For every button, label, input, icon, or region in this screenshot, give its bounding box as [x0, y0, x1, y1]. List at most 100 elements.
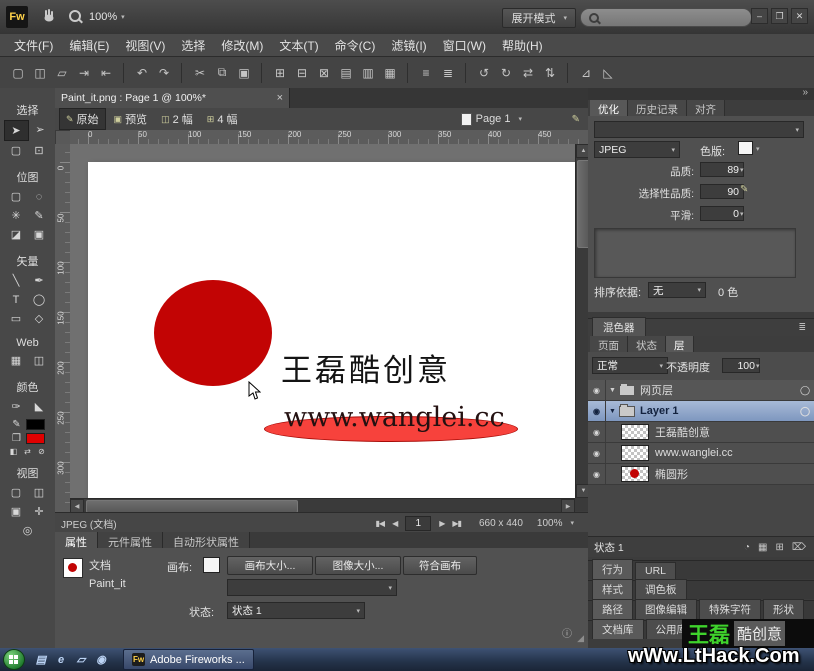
canvas-color-swatch[interactable] [203, 557, 220, 573]
menu-item[interactable]: 修改(M) [213, 37, 271, 54]
pen-tool[interactable]: ✒ [28, 271, 51, 290]
active-layer-indicator[interactable]: ◯ [796, 385, 814, 396]
preview-view-button[interactable]: ▣ 预览 [108, 108, 154, 130]
image-size-button[interactable]: 图像大小... [315, 556, 401, 575]
previous-frame-button[interactable]: ◀ [392, 519, 397, 528]
paint-bucket-tool[interactable]: ◣ [28, 397, 51, 416]
hand-icon[interactable] [42, 9, 55, 25]
pointer-tool[interactable]: ➤ [4, 120, 29, 141]
stroke-color-swatch[interactable] [26, 419, 45, 430]
subselection-tool[interactable]: ➢ [29, 120, 52, 139]
object-row[interactable]: ◉ 椭圆形 [588, 464, 814, 485]
properties-tab[interactable]: 元件属性 [98, 532, 163, 548]
menu-item[interactable]: 视图(V) [117, 37, 173, 54]
selective-quality-value[interactable]: 90 [700, 184, 744, 199]
visibility-eye-icon[interactable]: ◉ [588, 422, 606, 442]
zoom-icon[interactable] [69, 10, 81, 25]
menu-item[interactable]: 文本(T) [271, 37, 326, 54]
smoothing-value[interactable]: 0 [700, 206, 744, 221]
saved-settings-dropdown[interactable]: ▾ [594, 121, 804, 138]
open-icon[interactable]: ▱ [52, 63, 72, 83]
two-up-view-button[interactable]: ◫ 2 幅 [155, 108, 199, 130]
onion-skin-icon[interactable]: ◔ [744, 542, 750, 553]
canvas-preset-dropdown[interactable]: ▾ [227, 579, 397, 596]
new-layer-icon[interactable]: ⊞ [775, 542, 783, 553]
fullscreen-menus-icon[interactable]: ◫ [28, 483, 51, 502]
close-icon[interactable]: × [277, 92, 283, 104]
eyedropper-tool[interactable]: ✑ [5, 397, 28, 416]
original-view-button[interactable]: ✎ 原始 [59, 108, 106, 130]
align-right-icon[interactable]: ⊠ [314, 63, 334, 83]
canvas-url-text[interactable]: www.wanglei.cc [284, 402, 505, 433]
close-button[interactable]: ✕ [791, 8, 808, 24]
page-selector[interactable]: Page 1 ▾ [461, 113, 522, 126]
panel-tab[interactable]: 状态 [628, 336, 666, 352]
delete-layer-icon[interactable]: ⌦ [792, 542, 806, 553]
canvas-size-button[interactable]: 画布大小... [227, 556, 313, 575]
panel-tab[interactable]: 文档库 [592, 619, 644, 639]
minimize-button[interactable]: – [751, 8, 768, 24]
blend-mode-dropdown[interactable]: 正常 ▾ [592, 357, 668, 374]
color-mixer-tab[interactable]: 混色器 [592, 317, 646, 337]
panel-tab[interactable]: 对齐 [687, 100, 725, 116]
export-format-dropdown[interactable]: JPEG ▾ [594, 141, 680, 158]
doc-name[interactable]: Paint_it [89, 578, 126, 590]
opacity-value[interactable]: 100 [722, 358, 760, 373]
expand-triangle-icon[interactable]: ▼ [606, 408, 619, 415]
media-player-icon[interactable]: ◉ [93, 652, 109, 668]
menu-item[interactable]: 编辑(E) [61, 37, 117, 54]
chevron-down-icon[interactable]: ▾ [121, 13, 125, 21]
rubber-stamp-tool[interactable]: ▣ [28, 225, 51, 244]
zoom-tool[interactable]: ◎ [16, 521, 39, 540]
line-tool[interactable]: ╲ [5, 271, 28, 290]
expand-triangle-icon[interactable]: ▼ [606, 387, 619, 394]
undo-icon[interactable]: ↶ [132, 63, 152, 83]
import-icon[interactable]: ⇥ [74, 63, 94, 83]
zoom-level[interactable]: 100% [89, 11, 117, 23]
export-icon[interactable]: ⇤ [96, 63, 116, 83]
panel-tab[interactable]: 图像编辑 [635, 599, 697, 619]
layer-row-selected[interactable]: ◉ ▼ Layer 1 ◯ [588, 401, 814, 422]
resize-grip-icon[interactable]: ◢ [577, 633, 584, 644]
rotate-cw-icon[interactable]: ↻ [496, 63, 516, 83]
menu-item[interactable]: 窗口(W) [435, 37, 494, 54]
panel-menu-icon[interactable]: ≣ [798, 322, 806, 333]
show-desktop-icon[interactable]: ▤ [33, 652, 49, 668]
align-center-icon[interactable]: ⊟ [292, 63, 312, 83]
menu-item[interactable]: 文件(F) [6, 37, 61, 54]
expand-mode-button[interactable]: 展开模式 ▾ [502, 8, 576, 28]
flip-vertical-icon[interactable]: ⇅ [540, 63, 560, 83]
canvas-title-text[interactable]: 王磊酷创意 [281, 345, 451, 390]
distribute-to-states-icon[interactable]: ▦ [758, 542, 767, 553]
visibility-eye-icon[interactable]: ◉ [588, 380, 606, 400]
visibility-eye-icon[interactable]: ◉ [588, 443, 606, 463]
group-icon[interactable]: ≡ [416, 63, 436, 83]
panel-tab[interactable]: 历史记录 [628, 100, 687, 116]
skew-icon[interactable]: ⊿ [576, 63, 596, 83]
quality-value[interactable]: 89 [700, 162, 744, 177]
panel-tab[interactable]: 形状 [763, 599, 804, 619]
last-frame-button[interactable]: ▶▮ [452, 519, 461, 528]
taskbar-app-button[interactable]: Fw Adobe Fireworks ... [123, 649, 254, 670]
panel-tab[interactable]: 行为 [592, 559, 633, 579]
hotspot-tool[interactable]: ▦ [5, 351, 28, 370]
fullscreen-icon[interactable]: ▣ [5, 502, 28, 521]
save-icon[interactable]: ◫ [30, 63, 50, 83]
ie-icon[interactable]: e [53, 652, 69, 668]
no-color-icon[interactable]: ⊘ [36, 447, 47, 456]
distort-icon[interactable]: ◺ [598, 63, 618, 83]
four-up-view-button[interactable]: ⊞ 4 幅 [201, 108, 244, 130]
text-tool[interactable]: T [5, 290, 28, 309]
object-row[interactable]: ◉ 王磊酷创意 [588, 422, 814, 443]
autoshape-tool[interactable]: ◇ [28, 309, 51, 328]
panel-tab[interactable]: 调色板 [635, 579, 687, 599]
brush-tool[interactable]: ✎ [28, 206, 51, 225]
zoom-selector[interactable]: 100% ▾ [537, 518, 574, 529]
paste-icon[interactable]: ▣ [234, 63, 254, 83]
rotate-ccw-icon[interactable]: ↺ [474, 63, 494, 83]
align-bottom-icon[interactable]: ▦ [380, 63, 400, 83]
panel-tab[interactable]: 路径 [592, 599, 633, 619]
slice-tool[interactable]: ◫ [28, 351, 51, 370]
fit-canvas-button[interactable]: 符合画布 [403, 556, 477, 575]
freeform-tool[interactable]: ◯ [28, 290, 51, 309]
